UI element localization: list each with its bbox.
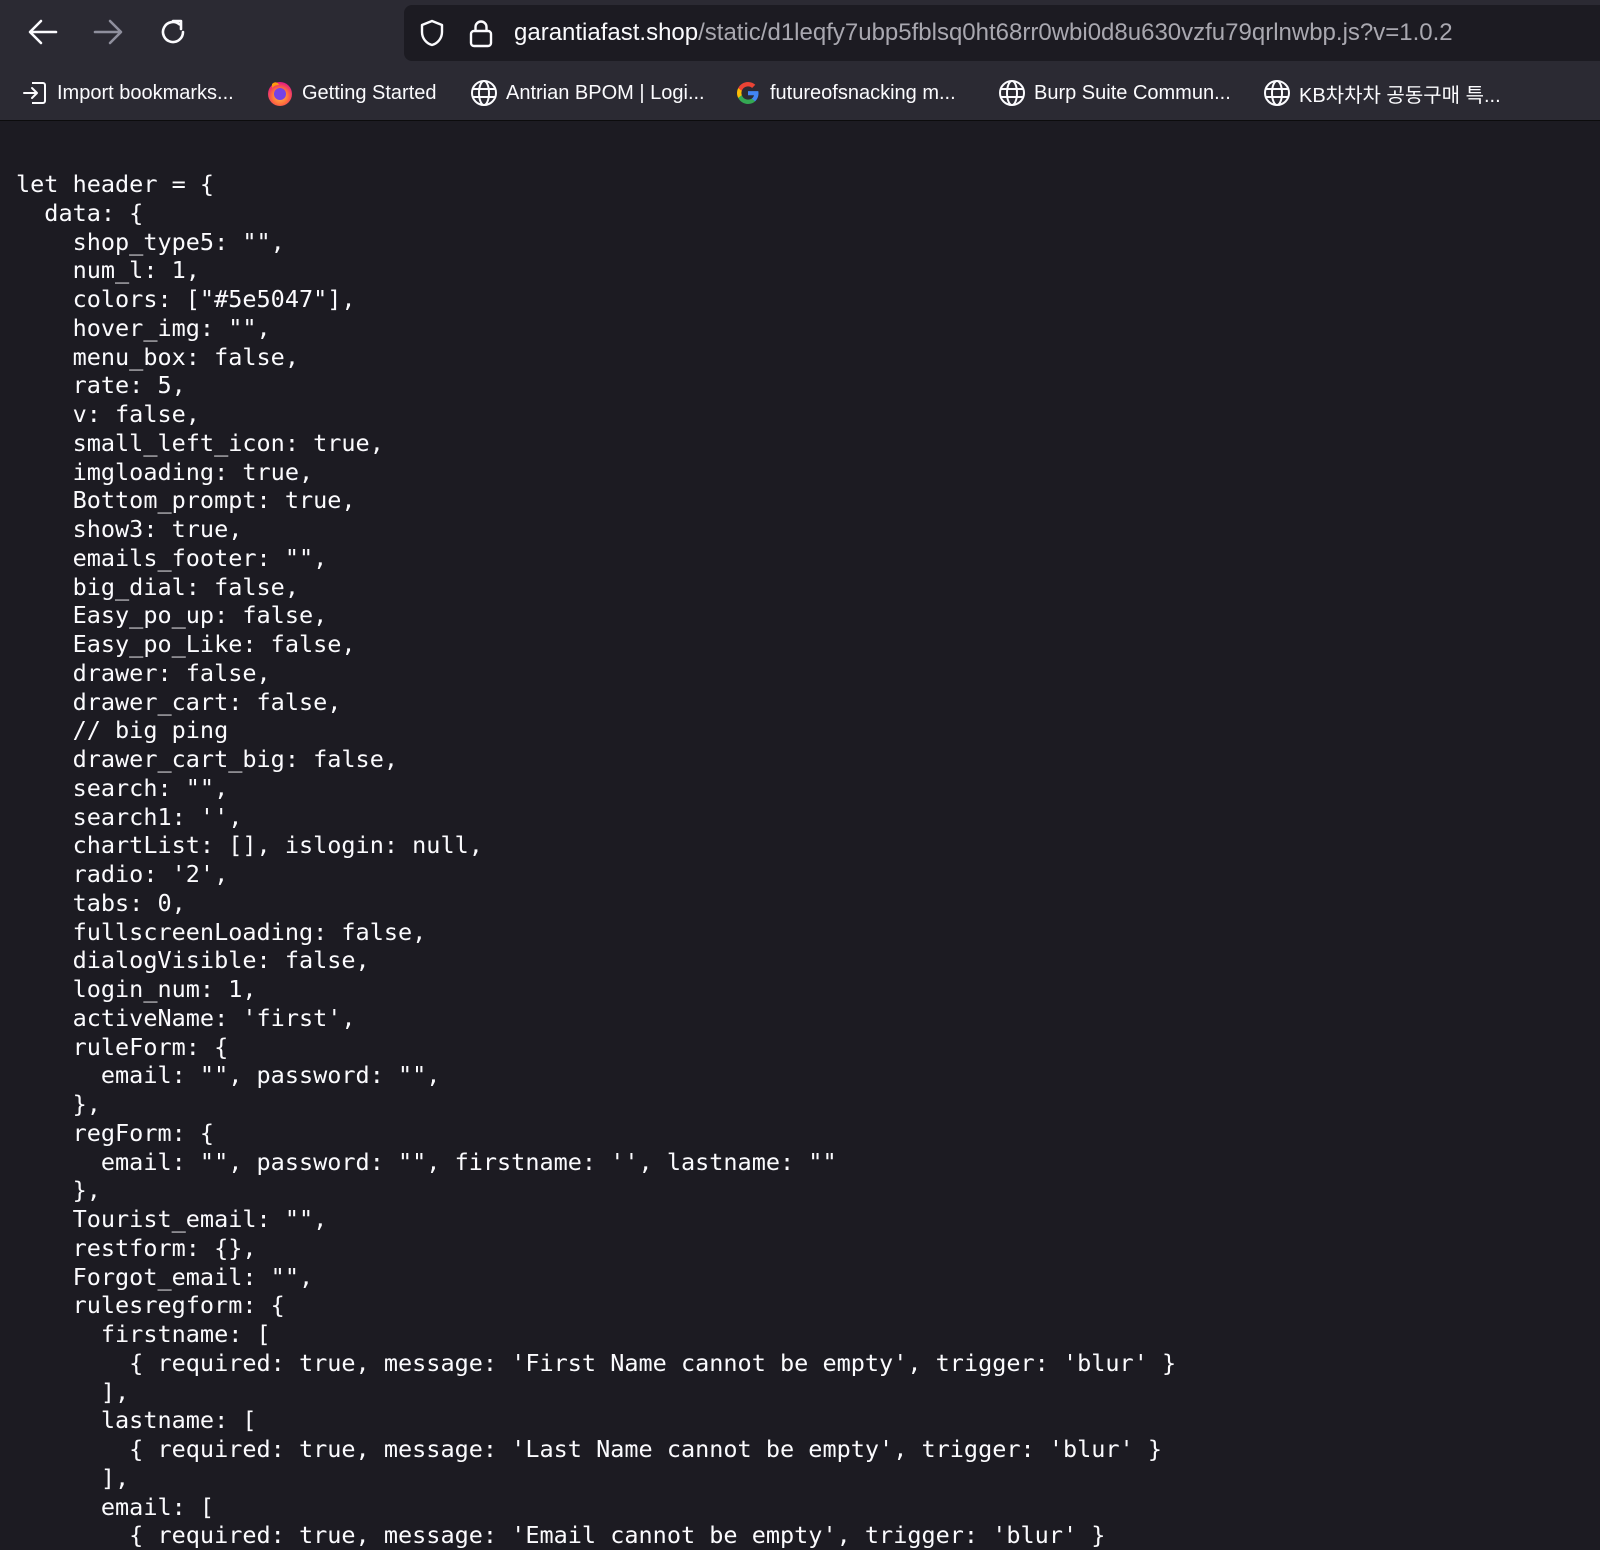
navigation-bar: garantiafast.shop/static/d1leqfy7ubp5fbl… [0,0,1600,66]
url-host: garantiafast.shop [514,19,699,46]
bookmark-getting-started[interactable]: Getting Started [266,78,437,108]
shield-icon[interactable] [418,19,446,47]
code-line: hover_img: "", [16,313,271,342]
browser-toolbar: garantiafast.shop/static/d1leqfy7ubp5fbl… [0,0,1600,121]
code-line: email: "", password: "", firstname: '', … [16,1147,837,1176]
code-line: { required: true, message: 'Last Name ca… [16,1435,1163,1463]
url-bar[interactable]: garantiafast.shop/static/d1leqfy7ubp5fbl… [404,5,1600,61]
code-line: show3: true, [16,515,243,543]
code-line: login_num: 1, [16,975,257,1003]
globe-icon [1263,79,1291,107]
url-path: /static/d1leqfy7ubp5fblsq0ht68rr0wbi0d8u… [698,19,1453,46]
globe-icon [470,79,498,107]
code-line: }, [16,1176,101,1205]
code-line: emails_footer: "", [16,543,328,572]
arrow-right-icon [93,19,123,45]
code-line: { required: true, message: 'First Name c… [16,1348,1177,1377]
code-line: email: [ [16,1492,215,1521]
code-line: email: "", password: "", [16,1061,441,1090]
bookmark-futureofsnacking[interactable]: futureofsnacking m... [734,78,956,108]
code-line: regForm: { [16,1118,215,1147]
code-line: ruleForm: { [16,1032,229,1061]
code-line: Forgot_email: "", [16,1262,314,1291]
code-line: search1: '', [16,802,243,831]
code-line: activeName: 'first', [16,1003,356,1032]
code-line: imgloading: true, [16,457,314,486]
code-line: v: false, [16,400,200,428]
code-line: drawer_cart: false, [16,687,342,716]
code-line: lastname: [ [16,1406,257,1435]
bookmark-label: Import bookmarks... [57,81,234,104]
code-line: drawer: false, [16,658,271,687]
code-line: { required: true, message: 'Email cannot… [16,1521,1106,1550]
arrow-left-icon [28,19,58,45]
code-line: ], [16,1377,130,1406]
firefox-icon [266,79,294,107]
code-line: big_dial: false, [16,572,299,601]
bookmark-label: KB차차차 공동구매 특... [1299,84,1501,107]
code-line: Tourist_email: "", [16,1205,328,1233]
bookmarks-toolbar: Import bookmarks... Getting Started Antr… [0,74,1600,114]
bookmark-antrian-bpom[interactable]: Antrian BPOM | Logi... [470,78,705,108]
bookmark-import[interactable]: Import bookmarks... [21,78,234,108]
code-line: data: { [16,198,144,227]
globe-icon [998,79,1026,107]
code-line: small_left_icon: true, [16,428,384,457]
code-line: Easy_po_Like: false, [16,630,356,658]
code-line: // big ping [16,716,229,745]
back-button[interactable] [23,12,63,52]
code-line: num_l: 1, [16,256,200,285]
code-line: let header = { [16,170,215,198]
code-line: Easy_po_up: false, [16,601,328,630]
code-line: dialogVisible: false, [16,946,370,975]
code-line: ], [16,1463,130,1492]
code-line: chartList: [], islogin: null, [16,831,483,860]
bookmark-label: Burp Suite Commun... [1034,81,1231,104]
code-line: colors: ["#5e5047"], [16,285,356,313]
code-line: fullscreenLoading: false, [16,917,427,946]
code-line: drawer_cart_big: false, [16,745,399,773]
code-line: firstname: [ [16,1320,271,1348]
forward-button[interactable] [88,12,128,52]
code-line: Bottom_prompt: true, [16,486,356,515]
bookmark-kb-chachacha[interactable]: KB차차차 공동구매 특... [1263,78,1501,108]
code-line: }, [16,1090,101,1118]
code-line: rate: 5, [16,371,186,400]
code-line: menu_box: false, [16,342,299,371]
code-line: shop_type5: "", [16,227,285,256]
bookmark-label: futureofsnacking m... [770,81,956,104]
code-line: radio: '2', [16,860,229,888]
code-line: search: "", [16,773,229,802]
source-code-view: let header = { data: { shop_type5: "", n… [16,170,1176,1550]
code-line: tabs: 0, [16,888,186,917]
url-text[interactable]: garantiafast.shop/static/d1leqfy7ubp5fbl… [514,19,1453,47]
reload-icon [161,19,185,44]
code-line: rulesregform: { [16,1291,285,1320]
code-line: restform: {}, [16,1233,257,1262]
lock-icon[interactable] [468,18,494,48]
bookmark-label: Antrian BPOM | Logi... [506,81,705,104]
import-icon [21,79,49,107]
bookmark-burp-suite[interactable]: Burp Suite Commun... [998,78,1231,108]
google-icon [734,79,762,107]
reload-button[interactable] [153,12,193,52]
bookmark-label: Getting Started [302,81,437,104]
